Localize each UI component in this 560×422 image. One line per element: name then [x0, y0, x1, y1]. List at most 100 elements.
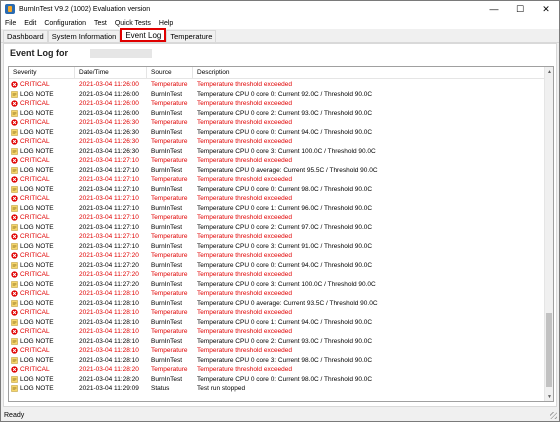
table-row[interactable]: CRITICAL 2021-03-04 11:27:20 Temperature Te…	[9, 251, 545, 261]
menu-test[interactable]: Test	[90, 20, 111, 27]
table-row[interactable]: LOG NOTE 2021-03-04 11:28:10 BurnInTest Tem…	[9, 337, 545, 347]
table-row[interactable]: LOG NOTE 2021-03-04 11:26:00 BurnInTest Tem…	[9, 90, 545, 100]
description-cell: Temperature threshold exceeded	[197, 328, 293, 336]
table-row[interactable]: CRITICAL 2021-03-04 11:26:30 Temperature Te…	[9, 118, 545, 128]
column-header-source[interactable]: Source	[147, 67, 193, 79]
severity-cell: LOG NOTE	[9, 186, 75, 193]
table-row[interactable]: CRITICAL 2021-03-04 11:26:00 Temperature Te…	[9, 80, 545, 90]
table-row[interactable]: LOG NOTE 2021-03-04 11:27:20 BurnInTest Tem…	[9, 280, 545, 290]
severity-text: LOG NOTE	[20, 385, 54, 393]
description-cell: Temperature CPU 0 core 2: Current 97.0C …	[197, 223, 373, 231]
severity-text: LOG NOTE	[20, 166, 54, 174]
severity-text: CRITICAL	[20, 119, 50, 127]
menu-file[interactable]: File	[1, 20, 20, 27]
table-row[interactable]: LOG NOTE 2021-03-04 11:29:09 Status Test ru…	[9, 384, 545, 394]
table-row[interactable]: CRITICAL 2021-03-04 11:27:10 Temperature Te…	[9, 156, 545, 166]
window-controls: — ☐ ✕	[481, 1, 559, 17]
source-cell: BurnInTest	[151, 223, 183, 231]
table-row[interactable]: CRITICAL 2021-03-04 11:27:20 Temperature Te…	[9, 270, 545, 280]
column-header-severity[interactable]: Severity	[9, 67, 75, 79]
datetime-cell: 2021-03-04 11:27:20	[79, 252, 139, 260]
source-cell: Temperature	[151, 138, 188, 146]
table-row[interactable]: CRITICAL 2021-03-04 11:28:10 Temperature Te…	[9, 289, 545, 299]
log-note-icon	[11, 110, 18, 117]
description-cell: Temperature threshold exceeded	[197, 233, 293, 241]
table-row[interactable]: CRITICAL 2021-03-04 11:26:00 Temperature Te…	[9, 99, 545, 109]
critical-icon	[11, 328, 18, 335]
datetime-cell: 2021-03-04 11:27:10	[79, 166, 139, 174]
severity-cell: CRITICAL	[9, 309, 75, 316]
scroll-up-icon[interactable]: ▲	[545, 67, 553, 76]
datetime-cell: 2021-03-04 11:26:30	[79, 128, 139, 136]
severity-text: CRITICAL	[20, 252, 50, 260]
tab-system-information[interactable]: System Information	[47, 30, 121, 42]
table-row[interactable]: LOG NOTE 2021-03-04 11:26:30 BurnInTest Tem…	[9, 147, 545, 157]
table-row[interactable]: LOG NOTE 2021-03-04 11:27:20 BurnInTest Tem…	[9, 261, 545, 271]
datetime-cell: 2021-03-04 11:27:10	[79, 195, 139, 203]
vertical-scrollbar[interactable]: ▲ ▼	[544, 67, 553, 401]
severity-cell: LOG NOTE	[9, 167, 75, 174]
table-row[interactable]: CRITICAL 2021-03-04 11:27:10 Temperature Te…	[9, 213, 545, 223]
source-cell: BurnInTest	[151, 166, 183, 174]
menu-help[interactable]: Help	[155, 20, 177, 27]
maximize-button[interactable]: ☐	[507, 1, 533, 17]
table-row[interactable]: CRITICAL 2021-03-04 11:28:10 Temperature Te…	[9, 308, 545, 318]
table-row[interactable]: LOG NOTE 2021-03-04 11:27:10 BurnInTest Tem…	[9, 204, 545, 214]
tab-temperature[interactable]: Temperature	[166, 30, 217, 42]
severity-text: CRITICAL	[20, 157, 50, 165]
table-row[interactable]: LOG NOTE 2021-03-04 11:26:30 BurnInTest Tem…	[9, 128, 545, 138]
table-row[interactable]: LOG NOTE 2021-03-04 11:28:10 BurnInTest Tem…	[9, 299, 545, 309]
severity-text: CRITICAL	[20, 328, 50, 336]
source-cell: BurnInTest	[151, 299, 183, 307]
tab-event-log[interactable]: Event Log	[120, 28, 167, 42]
table-row[interactable]: LOG NOTE 2021-03-04 11:26:00 BurnInTest Tem…	[9, 109, 545, 119]
resize-grip-icon[interactable]	[550, 412, 557, 419]
table-row[interactable]: CRITICAL 2021-03-04 11:28:20 Temperature Te…	[9, 365, 545, 375]
table-row[interactable]: LOG NOTE 2021-03-04 11:27:10 BurnInTest Tem…	[9, 242, 545, 252]
severity-cell: CRITICAL	[9, 366, 75, 373]
event-log-table[interactable]: Severity Date/Time Source Description CR…	[8, 66, 554, 402]
critical-icon	[11, 100, 18, 107]
column-header-datetime[interactable]: Date/Time	[75, 67, 147, 79]
description-cell: Temperature threshold exceeded	[197, 366, 293, 374]
log-note-icon	[11, 300, 18, 307]
status-bar: Ready	[1, 409, 559, 421]
description-cell: Temperature CPU 0 core 0: Current 98.0C …	[197, 375, 373, 383]
description-cell: Temperature threshold exceeded	[197, 214, 293, 222]
description-cell: Temperature threshold exceeded	[197, 176, 293, 184]
table-row[interactable]: CRITICAL 2021-03-04 11:27:10 Temperature Te…	[9, 175, 545, 185]
scroll-down-icon[interactable]: ▼	[545, 392, 553, 401]
table-row[interactable]: LOG NOTE 2021-03-04 11:27:10 BurnInTest Tem…	[9, 185, 545, 195]
table-row[interactable]: CRITICAL 2021-03-04 11:28:10 Temperature Te…	[9, 346, 545, 356]
column-header-description[interactable]: Description	[193, 67, 545, 79]
severity-cell: LOG NOTE	[9, 300, 75, 307]
datetime-cell: 2021-03-04 11:28:20	[79, 375, 139, 383]
menu-edit[interactable]: Edit	[20, 20, 40, 27]
table-row[interactable]: CRITICAL 2021-03-04 11:26:30 Temperature Te…	[9, 137, 545, 147]
tab-dashboard[interactable]: Dashboard	[3, 30, 48, 42]
severity-text: CRITICAL	[20, 81, 50, 89]
datetime-cell: 2021-03-04 11:28:10	[79, 309, 139, 317]
close-button[interactable]: ✕	[533, 1, 559, 17]
table-row[interactable]: LOG NOTE 2021-03-04 11:28:10 BurnInTest Tem…	[9, 318, 545, 328]
menu-configuration[interactable]: Configuration	[40, 20, 90, 27]
description-cell: Temperature CPU 0 core 3: Current 100.0C…	[197, 147, 376, 155]
critical-icon	[11, 81, 18, 88]
table-row[interactable]: LOG NOTE 2021-03-04 11:27:10 BurnInTest Tem…	[9, 166, 545, 176]
datetime-cell: 2021-03-04 11:27:20	[79, 271, 139, 279]
table-row[interactable]: CRITICAL 2021-03-04 11:27:10 Temperature Te…	[9, 194, 545, 204]
table-row[interactable]: CRITICAL 2021-03-04 11:27:10 Temperature Te…	[9, 232, 545, 242]
description-cell: Temperature CPU 0 core 1: Current 94.0C …	[197, 318, 373, 326]
scrollbar-thumb[interactable]	[546, 313, 552, 387]
minimize-button[interactable]: —	[481, 1, 507, 17]
menu-quick-tests[interactable]: Quick Tests	[111, 20, 155, 27]
log-note-icon	[11, 167, 18, 174]
severity-cell: CRITICAL	[9, 347, 75, 354]
table-row[interactable]: LOG NOTE 2021-03-04 11:28:20 BurnInTest Tem…	[9, 375, 545, 385]
table-row[interactable]: LOG NOTE 2021-03-04 11:28:10 BurnInTest Tem…	[9, 356, 545, 366]
title-bar[interactable]: BurnInTest V9.2 (1002) Evaluation versio…	[1, 1, 559, 17]
severity-cell: CRITICAL	[9, 271, 75, 278]
severity-text: LOG NOTE	[20, 337, 54, 345]
table-row[interactable]: CRITICAL 2021-03-04 11:28:10 Temperature Te…	[9, 327, 545, 337]
table-row[interactable]: LOG NOTE 2021-03-04 11:27:10 BurnInTest Tem…	[9, 223, 545, 233]
